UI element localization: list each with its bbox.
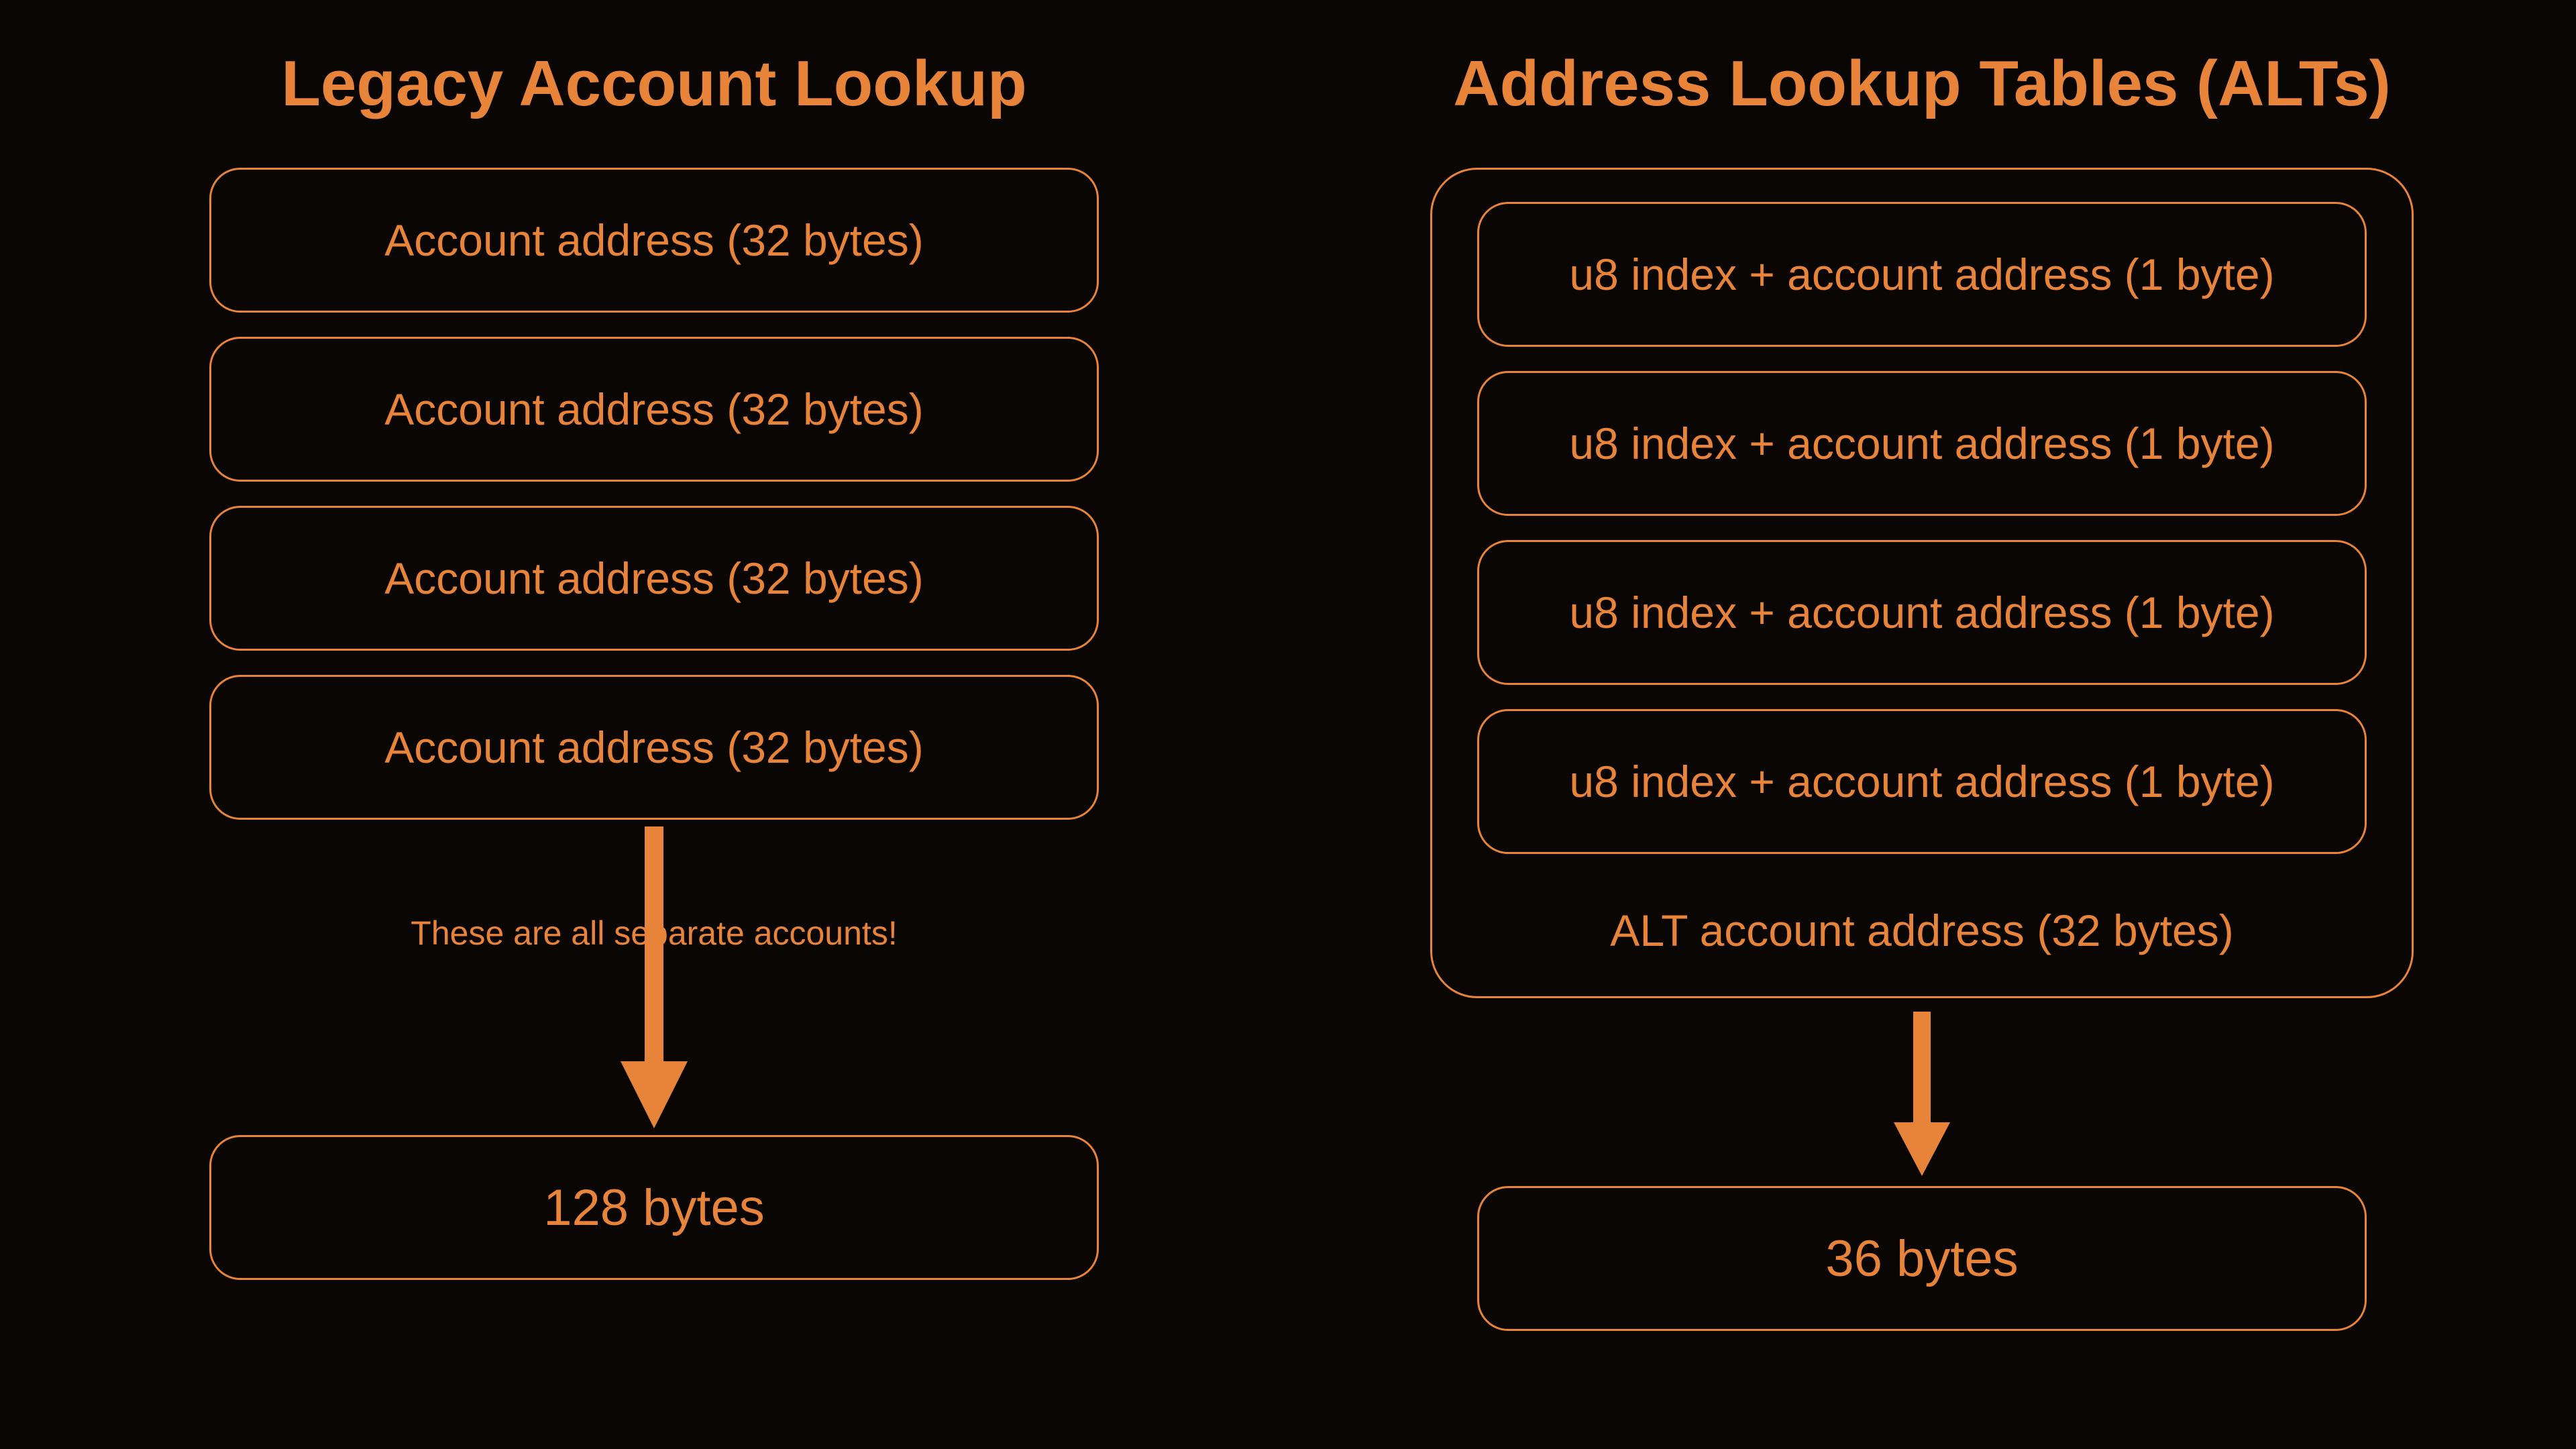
arrow-down-icon bbox=[1882, 1005, 1962, 1179]
alt-entry: u8 index + account address (1 byte) bbox=[1477, 371, 2367, 516]
alt-table-container: u8 index + account address (1 byte) u8 i… bbox=[1430, 168, 2414, 998]
arrow-down-icon bbox=[607, 820, 701, 1135]
legacy-stack: Account address (32 bytes) Account addre… bbox=[211, 168, 1097, 820]
legacy-column: Legacy Account Lookup Account address (3… bbox=[161, 47, 1147, 1449]
alt-entry: u8 index + account address (1 byte) bbox=[1477, 540, 2367, 685]
alt-arrow-zone bbox=[1429, 998, 2415, 1186]
legacy-arrow-zone: These are all separate accounts! bbox=[161, 820, 1147, 1135]
diagram-canvas: Legacy Account Lookup Account address (3… bbox=[0, 0, 2576, 1449]
legacy-entry: Account address (32 bytes) bbox=[209, 337, 1099, 482]
alt-table-address-label: ALT account address (32 bytes) bbox=[1610, 905, 2233, 956]
legacy-result: 128 bytes bbox=[209, 1135, 1099, 1280]
columns: Legacy Account Lookup Account address (3… bbox=[161, 0, 2415, 1449]
alt-entry: u8 index + account address (1 byte) bbox=[1477, 709, 2367, 854]
alt-title: Address Lookup Tables (ALTs) bbox=[1453, 47, 2390, 121]
alt-column: Address Lookup Tables (ALTs) u8 index + … bbox=[1429, 47, 2415, 1449]
legacy-entry: Account address (32 bytes) bbox=[209, 168, 1099, 313]
legacy-title: Legacy Account Lookup bbox=[281, 47, 1026, 121]
legacy-entry: Account address (32 bytes) bbox=[209, 506, 1099, 651]
legacy-entry: Account address (32 bytes) bbox=[209, 675, 1099, 820]
alt-entry: u8 index + account address (1 byte) bbox=[1477, 202, 2367, 347]
alt-result: 36 bytes bbox=[1477, 1186, 2367, 1331]
legacy-caption: These are all separate accounts! bbox=[411, 914, 897, 953]
